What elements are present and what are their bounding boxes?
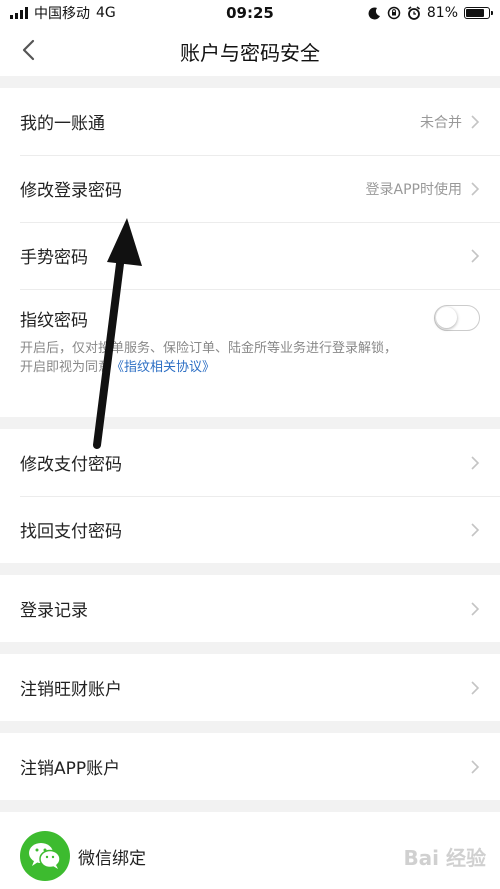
row-yizhangtong[interactable]: 我的一账通 未合并 xyxy=(0,88,500,155)
watermark: Bai 经验 xyxy=(403,846,486,870)
row-recover-pay-password[interactable]: 找回支付密码 xyxy=(0,496,500,563)
account-security-group: 我的一账通 未合并 修改登录密码 登录APP时使用 手势密码 指纹密码 开启后，… xyxy=(0,88,500,417)
fingerprint-header: 指纹密码 xyxy=(20,305,480,331)
status-right: 81% xyxy=(368,5,493,21)
carrier-name: 中国移动 xyxy=(34,6,90,22)
rotation-lock-icon xyxy=(387,6,401,20)
toggle-knob xyxy=(436,307,457,328)
row-value: 未合并 xyxy=(420,114,462,131)
status-bar: 中国移动 4G 09:25 81% xyxy=(0,0,500,26)
alarm-icon xyxy=(407,6,420,20)
row-login-record[interactable]: 登录记录 xyxy=(0,575,500,642)
status-left: 中国移动 4G xyxy=(10,3,116,23)
moon-icon xyxy=(368,6,380,19)
signal-icon xyxy=(10,7,28,19)
page-title: 账户与密码安全 xyxy=(180,40,320,65)
chevron-right-icon xyxy=(471,181,480,196)
row-label: 登录记录 xyxy=(20,601,88,621)
row-label: 修改登录密码 xyxy=(20,181,122,201)
row-label: 我的一账通 xyxy=(20,114,105,134)
fingerprint-toggle[interactable] xyxy=(434,305,480,331)
row-value: 登录APP时使用 xyxy=(365,181,462,198)
chevron-right-icon xyxy=(471,601,480,616)
chevron-right-icon xyxy=(471,759,480,774)
row-label: 手势密码 xyxy=(20,248,88,268)
row-login-password[interactable]: 修改登录密码 登录APP时使用 xyxy=(0,155,500,222)
row-cancel-app[interactable]: 注销APP账户 xyxy=(0,733,500,800)
back-arrow-icon[interactable] xyxy=(18,38,42,62)
fingerprint-description: 开启后，仅对投单服务、保险订单、陆金所等业务进行登录解锁，开启即视为同意《指纹相… xyxy=(20,339,400,377)
chevron-right-icon xyxy=(471,114,480,129)
row-label: 修改支付密码 xyxy=(20,455,122,475)
row-cancel-wangcai[interactable]: 注销旺财账户 xyxy=(0,654,500,721)
wechat-icon xyxy=(20,831,70,881)
cancel-app-group: 注销APP账户 xyxy=(0,733,500,800)
chevron-right-icon xyxy=(471,680,480,695)
row-fingerprint-password: 指纹密码 开启后，仅对投单服务、保险订单、陆金所等业务进行登录解锁，开启即视为同… xyxy=(0,289,500,417)
battery-percent: 81% xyxy=(426,5,458,21)
fingerprint-agreement-link[interactable]: 《指纹相关协议》 xyxy=(111,360,215,375)
chevron-right-icon xyxy=(471,248,480,263)
nav-bar: 账户与密码安全 xyxy=(0,26,500,76)
cancel-wangcai-group: 注销旺财账户 xyxy=(0,654,500,721)
battery-icon xyxy=(464,7,493,19)
row-label: 指纹密码 xyxy=(20,310,88,331)
battery-fill xyxy=(466,9,484,17)
row-gesture-password[interactable]: 手势密码 xyxy=(0,222,500,289)
row-label: 注销旺财账户 xyxy=(20,680,122,700)
network-type: 4G xyxy=(96,5,116,21)
row-change-pay-password[interactable]: 修改支付密码 xyxy=(0,429,500,496)
row-label: 找回支付密码 xyxy=(20,522,122,542)
row-label: 注销APP账户 xyxy=(20,759,121,779)
login-record-group: 登录记录 xyxy=(0,575,500,642)
payment-password-group: 修改支付密码 找回支付密码 xyxy=(0,429,500,563)
chevron-right-icon xyxy=(471,455,480,470)
chevron-right-icon xyxy=(471,522,480,537)
